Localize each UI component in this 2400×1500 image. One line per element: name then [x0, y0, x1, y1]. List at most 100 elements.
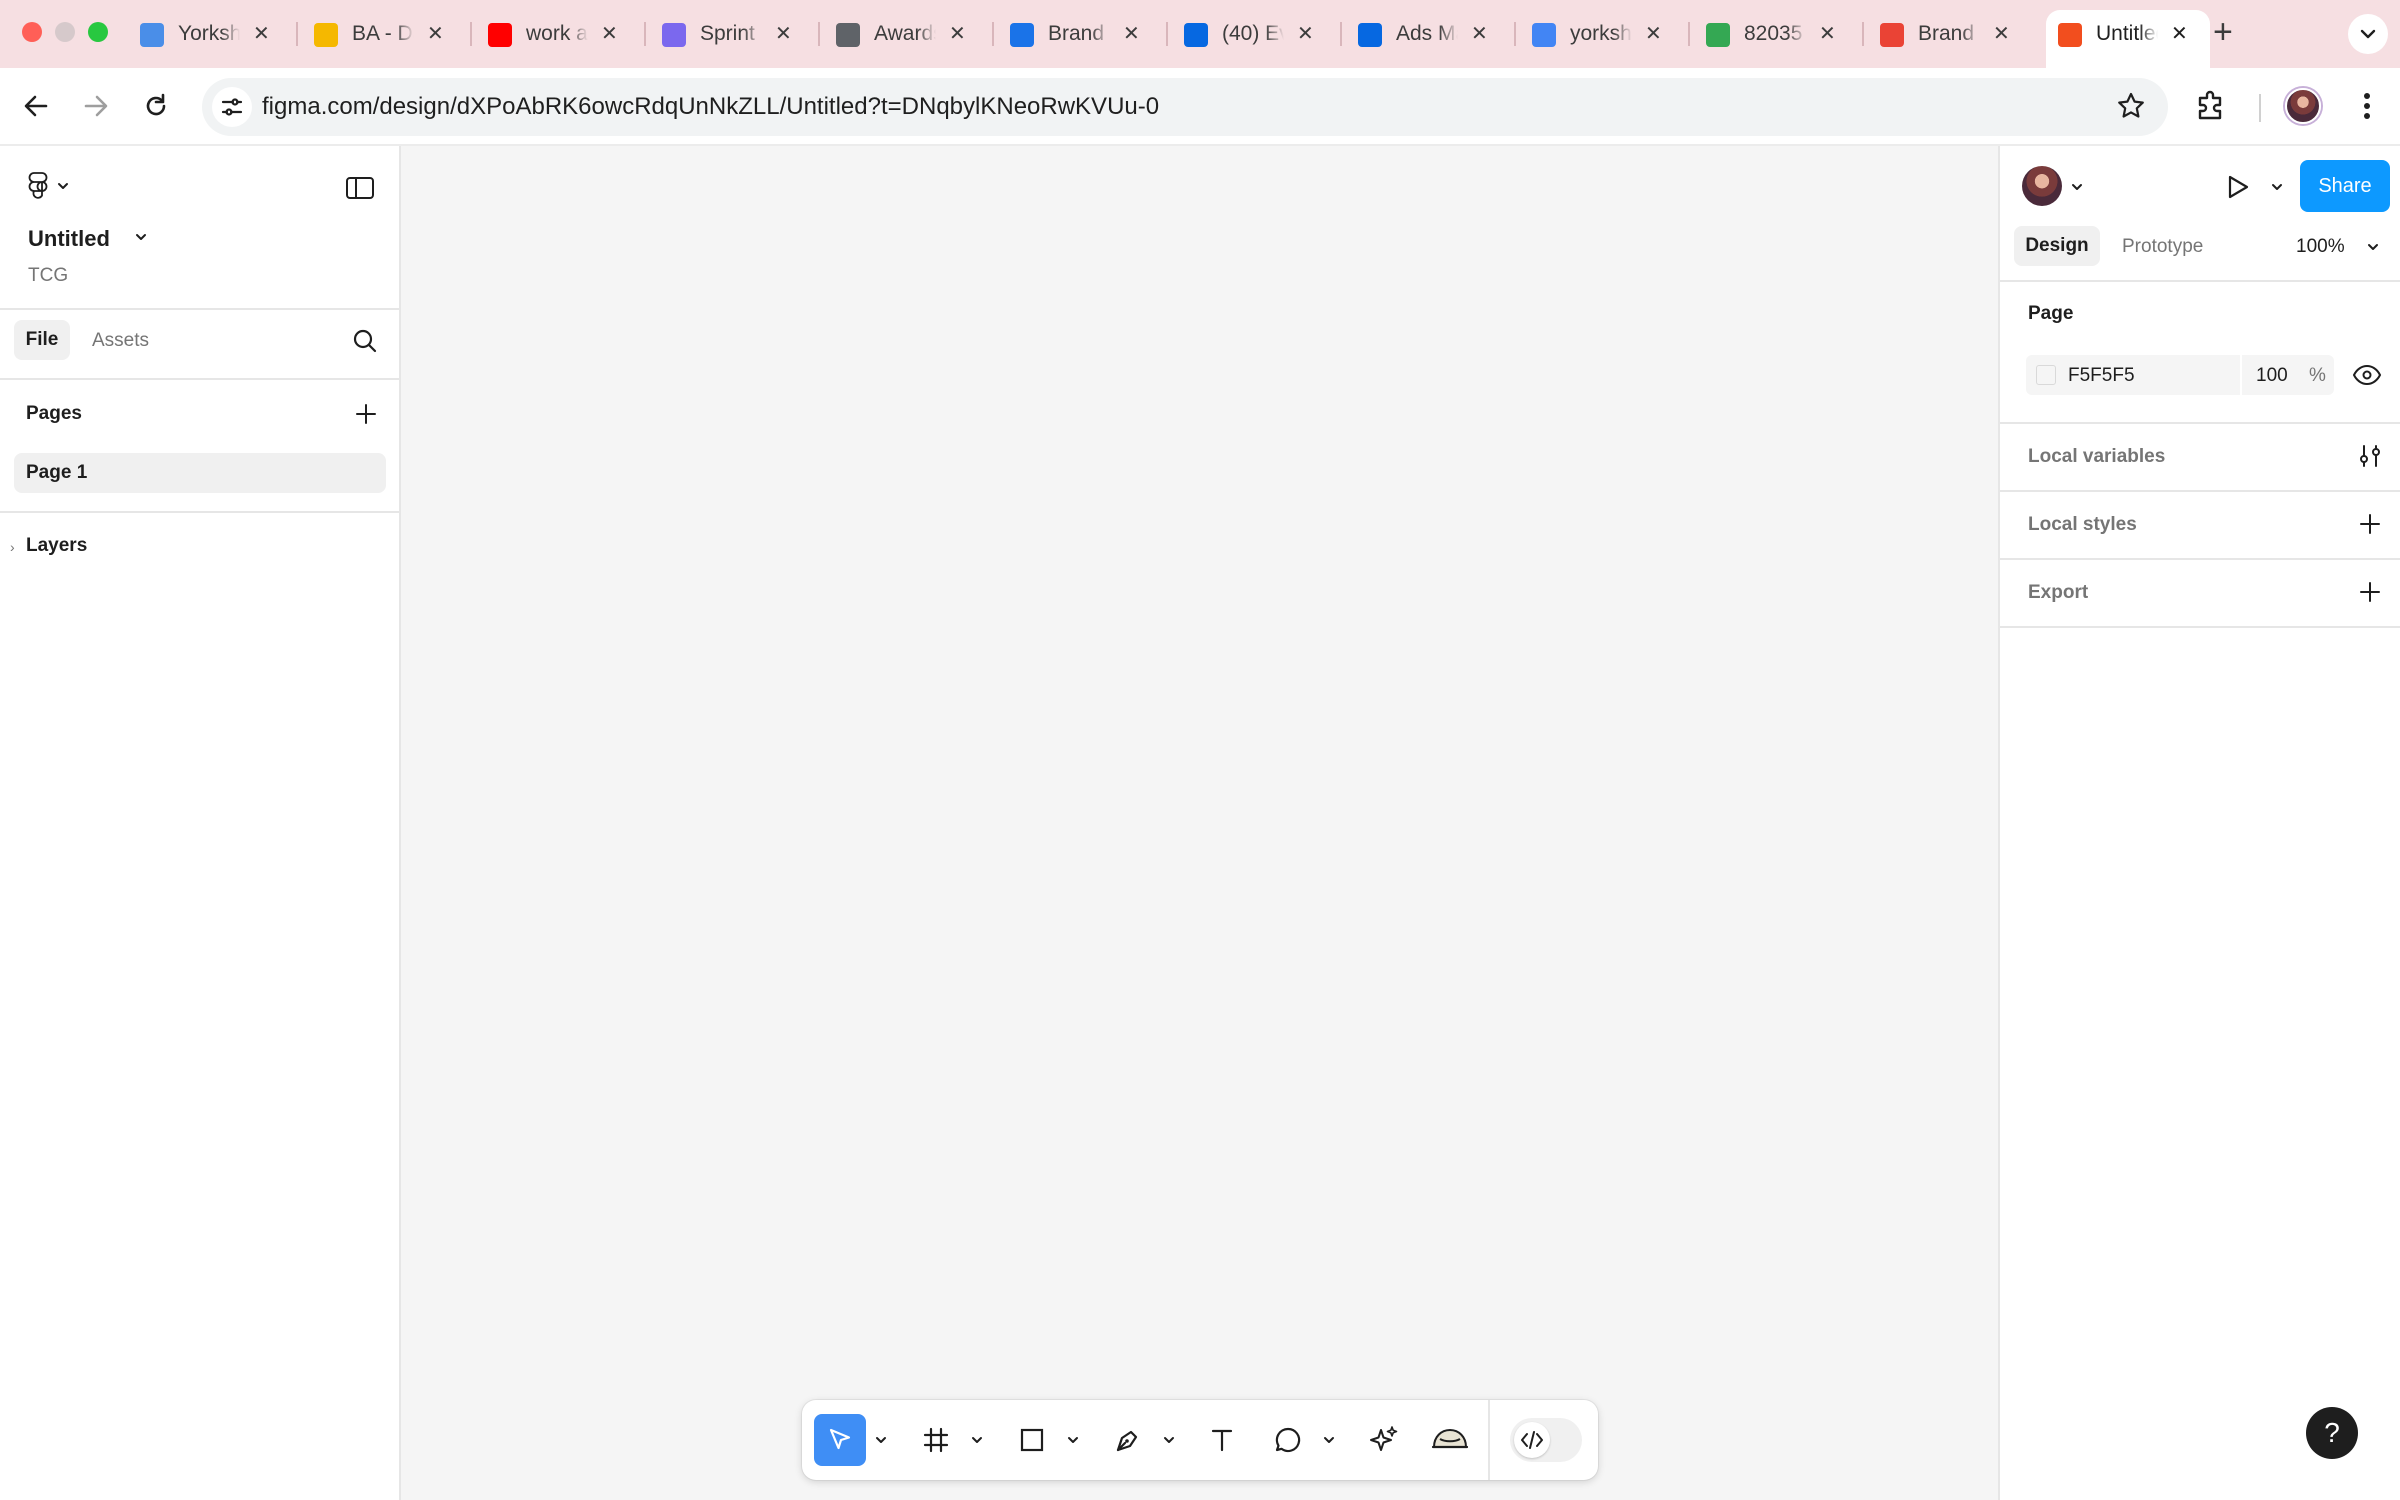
close-tab-icon[interactable]: ✕	[949, 21, 966, 47]
background-hex-value[interactable]: F5F5F5	[2068, 365, 2135, 387]
share-button[interactable]: Share	[2300, 160, 2390, 212]
browser-tab[interactable]: yorkshi ✕	[1520, 14, 1684, 54]
color-swatch[interactable]	[2036, 365, 2056, 385]
design-canvas[interactable]	[401, 146, 1998, 1500]
chevron-down-icon[interactable]	[134, 230, 148, 244]
chevron-down-icon[interactable]	[1066, 1433, 1080, 1447]
tab-separator	[1688, 22, 1690, 46]
browser-tab[interactable]: 82035 ✕	[1694, 14, 1858, 54]
sidebar-toggle-icon[interactable]	[344, 174, 376, 202]
browser-profile-avatar[interactable]	[2285, 88, 2321, 124]
chevron-down-icon	[2360, 29, 2376, 39]
chevron-down-icon[interactable]	[2070, 180, 2084, 194]
bottom-toolbar	[802, 1400, 1598, 1480]
back-button[interactable]	[16, 86, 56, 126]
browser-tab[interactable]: Brand ✕	[1868, 14, 2032, 54]
chevron-down-icon[interactable]	[874, 1433, 888, 1447]
text-tool[interactable]	[1196, 1414, 1248, 1466]
chevron-down-icon[interactable]	[1322, 1433, 1336, 1447]
helmet-icon	[1431, 1428, 1469, 1449]
chevron-right-icon[interactable]: ›	[10, 539, 15, 555]
add-export-plus-icon[interactable]	[2356, 578, 2384, 606]
minimize-window-button[interactable]	[55, 22, 75, 42]
arrow-right-icon	[84, 95, 108, 117]
browser-tab[interactable]: Untitled ✕	[2046, 10, 2210, 68]
close-tab-icon[interactable]: ✕	[253, 21, 270, 47]
close-tab-icon[interactable]: ✕	[601, 21, 618, 47]
percent-unit: %	[2309, 365, 2326, 386]
add-style-plus-icon[interactable]	[2356, 510, 2384, 538]
user-avatar[interactable]	[2022, 166, 2062, 206]
page-background-field[interactable]: F5F5F5 100 %	[2026, 355, 2334, 395]
forward-button[interactable]	[76, 86, 116, 126]
variables-sliders-icon[interactable]	[2356, 442, 2384, 470]
tab-design[interactable]: Design	[2014, 226, 2100, 266]
maximize-window-button[interactable]	[88, 22, 108, 42]
chevron-down-icon[interactable]	[1162, 1433, 1176, 1447]
close-tab-icon[interactable]: ✕	[2171, 21, 2188, 47]
tab-prototype[interactable]: Prototype	[2122, 236, 2203, 258]
chevron-down-icon[interactable]	[2366, 240, 2380, 254]
search-icon[interactable]	[350, 326, 380, 356]
ui3-tool[interactable]	[1424, 1414, 1476, 1466]
chevron-down-icon[interactable]	[970, 1433, 984, 1447]
extensions-puzzle-icon[interactable]	[2194, 88, 2228, 122]
close-tab-icon[interactable]: ✕	[1645, 21, 1662, 47]
export-label[interactable]: Export	[2028, 582, 2088, 604]
page-list-item[interactable]: Page 1	[14, 453, 386, 493]
layers-heading[interactable]: Layers	[26, 535, 87, 557]
close-tab-icon[interactable]: ✕	[1471, 21, 1488, 47]
close-tab-icon[interactable]: ✕	[1819, 21, 1836, 47]
toolbar-divider	[2259, 94, 2261, 122]
close-tab-icon[interactable]: ✕	[1123, 21, 1140, 47]
browser-tab[interactable]: Sprint ✕	[650, 14, 814, 54]
reload-icon	[146, 93, 166, 116]
url-text[interactable]: figma.com/design/dXPoAbRK6owcRdqUnNkZLL/…	[262, 93, 1159, 121]
tab-search-button[interactable]	[2348, 14, 2388, 54]
play-present-icon[interactable]	[2222, 172, 2252, 202]
file-name[interactable]: Untitled	[28, 226, 110, 252]
eye-icon[interactable]	[2352, 362, 2382, 388]
tab-assets[interactable]: Assets	[92, 330, 149, 352]
close-tab-icon[interactable]: ✕	[427, 21, 444, 47]
reload-button[interactable]	[136, 86, 176, 126]
move-tool[interactable]	[814, 1414, 866, 1466]
browser-tab-title: work and	[526, 22, 588, 45]
new-tab-button[interactable]: +	[2213, 14, 2233, 50]
local-styles-label[interactable]: Local styles	[2028, 514, 2137, 536]
comment-tool[interactable]	[1262, 1414, 1314, 1466]
browser-tab[interactable]: Awards ✕	[824, 14, 988, 54]
frame-tool[interactable]	[910, 1414, 962, 1466]
browser-tab[interactable]: (40) Ev ✕	[1172, 14, 1336, 54]
background-opacity-value[interactable]: 100	[2256, 365, 2288, 387]
close-tab-icon[interactable]: ✕	[775, 21, 792, 47]
tab-separator	[1340, 22, 1342, 46]
tab-separator	[1166, 22, 1168, 46]
browser-tab[interactable]: Ads Ma ✕	[1346, 14, 1510, 54]
site-info-button[interactable]	[212, 87, 252, 127]
close-tab-icon[interactable]: ✕	[1297, 21, 1314, 47]
actions-tool[interactable]	[1358, 1414, 1410, 1466]
chevron-down-icon[interactable]	[2270, 180, 2284, 194]
close-tab-icon[interactable]: ✕	[1993, 21, 2010, 47]
help-button[interactable]: ?	[2306, 1407, 2358, 1459]
browser-tab[interactable]: Brand ✕	[998, 14, 1162, 54]
team-name[interactable]: TCG	[28, 265, 68, 287]
add-page-plus-icon[interactable]	[352, 400, 380, 428]
dev-mode-toggle[interactable]	[1510, 1418, 1582, 1462]
local-variables-label[interactable]: Local variables	[2028, 446, 2165, 468]
browser-tab[interactable]: Yorkshire ✕	[128, 14, 292, 54]
more-vertical-icon[interactable]	[2352, 86, 2382, 126]
rectangle-tool[interactable]	[1006, 1414, 1058, 1466]
close-window-button[interactable]	[22, 22, 42, 42]
bookmark-star-icon[interactable]	[2116, 91, 2146, 121]
main-menu-button[interactable]	[26, 170, 70, 202]
zoom-level[interactable]: 100%	[2296, 236, 2345, 258]
browser-tab[interactable]: BA - Data ✕	[302, 14, 466, 54]
figma-icon	[2058, 23, 2082, 47]
address-bar[interactable]: figma.com/design/dXPoAbRK6owcRdqUnNkZLL/…	[202, 78, 2168, 136]
browser-tab[interactable]: work and ✕	[476, 14, 640, 54]
tab-file[interactable]: File	[14, 320, 70, 360]
pen-tool[interactable]	[1102, 1414, 1154, 1466]
pen-nib-icon	[1116, 1430, 1138, 1452]
